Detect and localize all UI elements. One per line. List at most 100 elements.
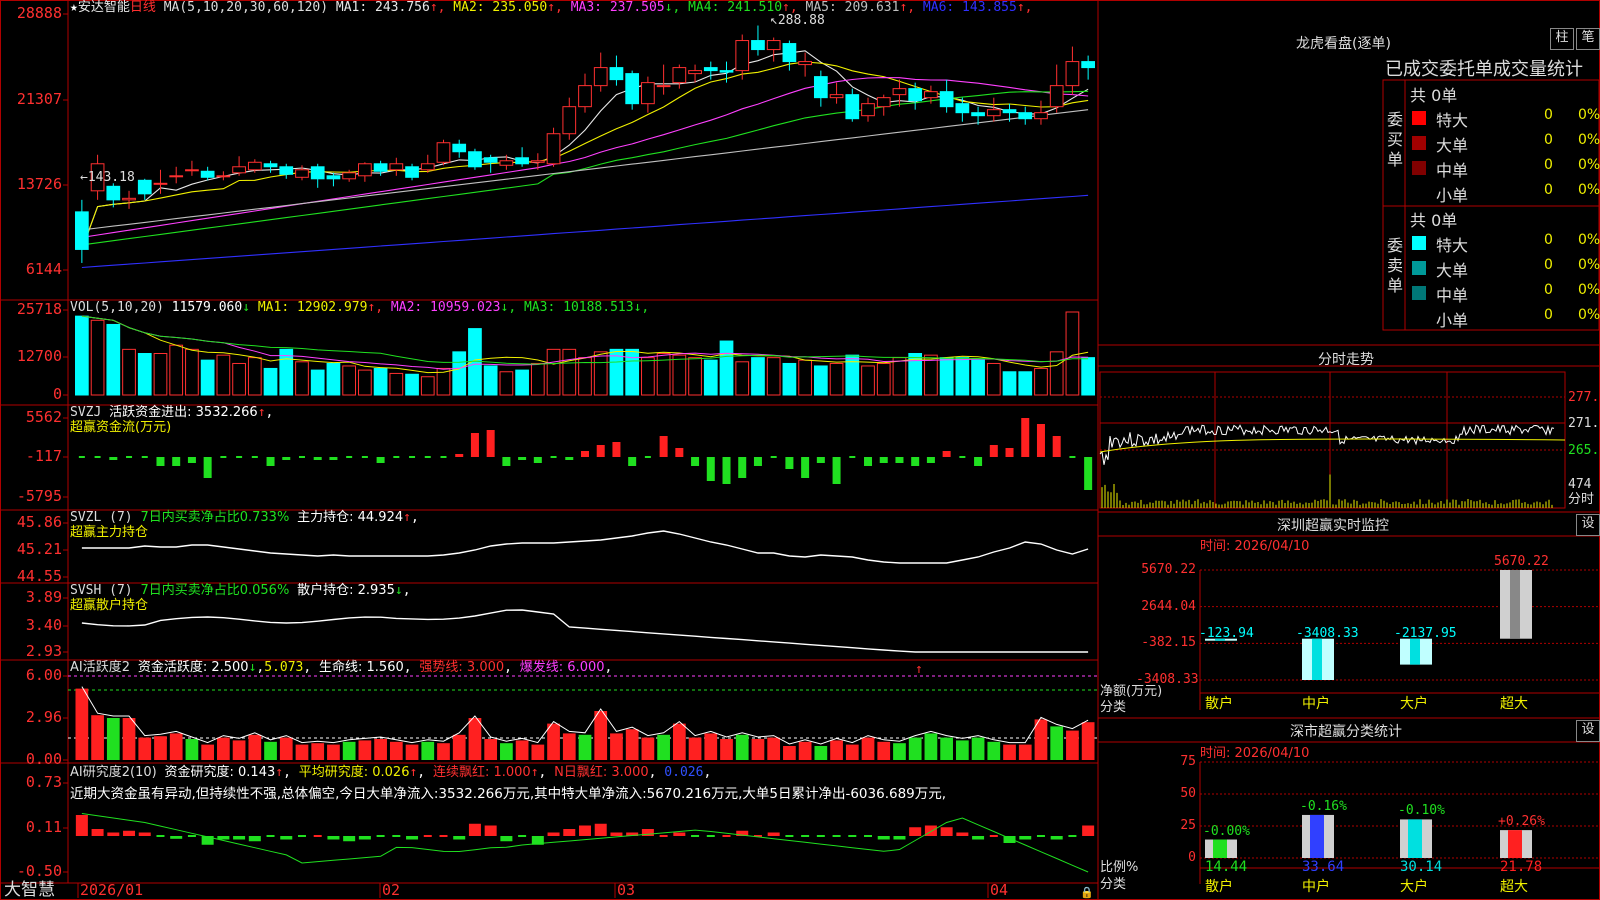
- activity-bar: [830, 740, 843, 760]
- stock-name[interactable]: 安达智能: [78, 0, 130, 15]
- ai-res-tick-label: -0.50: [16, 862, 62, 880]
- pen-mode-button[interactable]: 笔: [1576, 28, 1600, 50]
- bar-mode-button[interactable]: 柱: [1550, 28, 1574, 50]
- vol-bar: [90, 319, 105, 396]
- candle: [971, 112, 985, 117]
- cl-tick-label: 75: [1180, 754, 1196, 769]
- activity-bar: [405, 744, 419, 760]
- candle: [924, 91, 938, 99]
- candle: [735, 40, 750, 72]
- flow-bar: [596, 445, 605, 457]
- sz-cat-label: 大户: [1400, 696, 1428, 712]
- svzj-tick-label: 5562: [25, 408, 62, 426]
- candle: [876, 97, 891, 108]
- svzl-tick-label: 44.55: [16, 567, 62, 585]
- flow-bar: [706, 457, 715, 481]
- vol-bar: [672, 354, 687, 396]
- x-tick-label: 02: [382, 881, 401, 899]
- flow-bar: [266, 457, 275, 466]
- activity-bar: [91, 715, 104, 760]
- candle: [468, 151, 482, 168]
- sz-tick-label: -3408.33: [1136, 672, 1199, 687]
- candle: [939, 91, 954, 108]
- candle: [546, 133, 561, 165]
- vol-tick-label: 25718: [16, 300, 62, 318]
- arrow-icon: ↖: [770, 13, 778, 28]
- cl-value-label: 33.64: [1302, 859, 1345, 875]
- vol-bar: [247, 357, 262, 396]
- flow-bar: [109, 457, 118, 460]
- candle: [75, 211, 89, 250]
- activity-bar: [342, 741, 356, 760]
- vol-bar: [546, 348, 561, 396]
- class-time: 时间: 2026/04/10: [1200, 746, 1310, 761]
- activity-bar: [641, 737, 655, 760]
- intraday-vol-unit: 分时: [1568, 492, 1595, 507]
- vol-bar: [876, 362, 891, 396]
- research-bar: [767, 832, 780, 836]
- candle: [232, 166, 246, 174]
- research-bar: [123, 830, 136, 836]
- flow-bar: [455, 454, 464, 457]
- class-settings-button[interactable]: 设: [1576, 720, 1600, 742]
- activity-bar: [106, 718, 120, 760]
- sell-total: 共 0单: [1410, 211, 1458, 230]
- vol-bar: [389, 372, 404, 396]
- vol-bar: [939, 357, 954, 396]
- cl-bar-fill: [1408, 819, 1422, 858]
- vol-ma-legend-item: MA1: 12902.979: [250, 300, 368, 315]
- candle: [185, 169, 199, 172]
- intraday-tick-label: 265.2: [1568, 443, 1600, 458]
- price-tick-label: 6144: [25, 260, 62, 278]
- activity-bar: [279, 737, 293, 760]
- activity-bar: [672, 723, 686, 760]
- flow-bar: [1036, 424, 1045, 457]
- sz-time: 时间: 2026/04/10: [1200, 539, 1310, 554]
- activity-bar: [562, 733, 576, 760]
- flow-bar: [738, 457, 747, 478]
- vol-bar: [137, 353, 152, 396]
- flow-bar: [502, 457, 511, 466]
- intraday-title: 分时走势: [1318, 352, 1374, 368]
- vol-bar: [625, 348, 640, 396]
- activity-bar: [437, 743, 450, 760]
- cl-cat-label: 大户: [1400, 879, 1428, 895]
- activity-bar: [814, 746, 828, 760]
- ai-comment: 近期大资金虽有异动,但持续性不强,总体偏空,今日大单净流入:3532.266万元…: [70, 786, 947, 802]
- vol-bar: [593, 351, 608, 396]
- legend-swatch: [1412, 311, 1426, 325]
- vol-bar: [971, 359, 985, 396]
- cl-tick-label: 0: [1188, 850, 1196, 865]
- flow-bar: [675, 448, 684, 457]
- activity-bar: [185, 739, 199, 760]
- candle: [358, 163, 372, 177]
- research-bar: [956, 832, 969, 836]
- ai-res-tick-label: 0.73: [25, 773, 62, 791]
- svzl-sub: 超赢主力持仓: [70, 525, 149, 540]
- intraday-vol-label: 474: [1568, 477, 1592, 492]
- research-bar: [893, 836, 906, 840]
- period-label[interactable]: 日线: [130, 0, 156, 15]
- flow-bar: [203, 457, 212, 478]
- research-bar: [75, 815, 88, 836]
- activity-bar: [295, 744, 309, 760]
- activity-bar: [657, 734, 670, 760]
- activity-bar: [327, 744, 340, 760]
- activity-bar: [720, 739, 733, 760]
- candle: [719, 70, 734, 73]
- research-bar: [453, 836, 466, 840]
- high-mark: ↖288.88: [770, 13, 825, 28]
- flow-bar: [581, 451, 589, 457]
- svzj-tick-label: -5795: [16, 487, 62, 505]
- activity-bar: [154, 736, 167, 760]
- flow-bar: [816, 457, 825, 463]
- activity-bar: [798, 741, 812, 760]
- sz-settings-button[interactable]: 设: [1576, 514, 1600, 536]
- sell-group-label: 委卖单: [1387, 236, 1404, 295]
- flow-bar: [895, 457, 904, 463]
- activity-bar: [971, 737, 985, 760]
- flow-bar: [628, 457, 637, 466]
- vol-bar: [688, 357, 702, 396]
- ai-res-tick-label: 0.11: [25, 818, 62, 836]
- research-bar: [579, 825, 591, 836]
